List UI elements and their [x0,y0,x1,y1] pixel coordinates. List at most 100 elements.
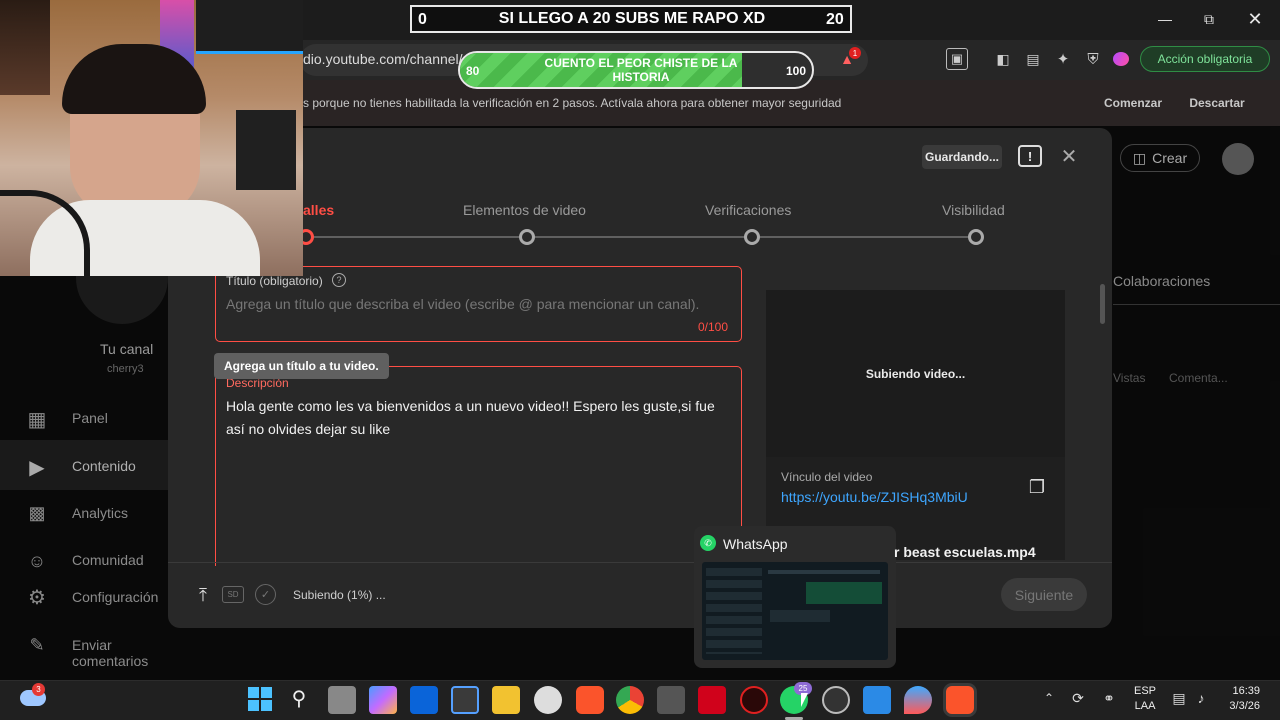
clock-app-icon[interactable] [534,686,562,714]
description-input[interactable]: Hola gente como les va bienvenidos a un … [226,395,726,441]
whatsapp-preview-title: WhatsApp [723,536,788,552]
outlook-icon[interactable] [410,686,438,714]
whatsapp-thumbnail [702,562,888,660]
chat-header-thumbnail [768,570,880,574]
chrome-icon[interactable] [616,686,644,714]
app-icon-8[interactable] [657,686,685,714]
title-input[interactable]: Agrega un título que describa el video (… [226,296,699,312]
goal-pill-text: CUENTO EL PEOR CHISTE DE LA HISTORIA [544,56,738,84]
search-icon[interactable]: ⚲ [286,685,312,711]
sync-icon[interactable]: ⟳ [1068,688,1088,708]
extension-badge: 1 [849,47,861,59]
restore-icon[interactable]: ⧉ [1192,4,1226,34]
step-video-elements[interactable]: Elementos de video [463,202,586,218]
views-column-header: Vistas [1113,371,1146,385]
title-label: Título (obligatorio) [226,274,323,288]
clock[interactable]: 16:39 3/3/26 [1224,684,1260,714]
sidebar-item-content[interactable]: Contenido [72,458,136,474]
create-label: Crear [1152,150,1188,166]
sidebar-nav: ▦ Panel ▶ Contenido ▩ Analytics ☺ Comuni… [0,394,168,670]
step-visibility[interactable]: Visibilidad [942,202,1005,218]
minimize-icon[interactable]: — [1148,4,1182,34]
network-icon[interactable]: ▤ [1170,688,1188,708]
upload-icon: ⤒ [199,584,207,605]
copilot-icon[interactable] [369,686,397,714]
notice-start-button[interactable]: Comenzar [1098,91,1168,115]
microphone-icon[interactable]: ⚭ [1100,688,1118,708]
sidebar-item-community[interactable]: Comunidad [72,552,144,568]
app-icon-10[interactable] [740,686,768,714]
channel-handle: cherry3 [107,363,144,375]
title-counter: 0/100 [698,320,729,334]
video-link[interactable]: https://youtu.be/ZJISHq3MbiU [781,489,968,505]
subs-left-value: 0 [418,11,427,28]
collaborations-tab[interactable]: Colaboraciones [1113,273,1210,289]
clock-time: 16:39 [1232,685,1260,697]
task-view-icon[interactable] [328,686,356,714]
comments-column-header: Comenta... [1169,371,1228,385]
volume-icon[interactable]: ♪ [1192,688,1210,708]
goal-left-value: 80 [466,64,480,78]
brave-active-icon[interactable] [946,686,974,714]
language-indicator[interactable]: ESP LAA [1134,684,1156,714]
step-dot-visibility [968,229,984,245]
video-link-label: Vínculo del video [781,470,873,484]
notice-dismiss-button[interactable]: Descartar [1180,91,1254,115]
store-icon[interactable] [451,686,479,714]
whatsapp-icon: ✆ [700,535,716,551]
webcam-overlay [0,0,303,276]
language-bottom: LAA [1134,700,1156,712]
amd-icon[interactable] [698,686,726,714]
title-tooltip: Agrega un título a tu video. [214,353,389,379]
channel-label: Tu canal [100,341,154,357]
subs-right-value: 20 [826,11,844,28]
sparkle-icon[interactable]: ✦ [1052,48,1074,70]
goal-pill: 80 CUENTO EL PEOR CHISTE DE LA HISTORIA … [458,51,814,89]
sidebar-item-panel[interactable]: Panel [72,410,108,426]
step-dot-video-elements [519,229,535,245]
next-button[interactable]: Siguiente [1001,578,1087,611]
gear-icon: ⚙ [28,586,46,609]
action-required-button[interactable]: Acción obligatoria [1140,46,1270,72]
obs-icon[interactable] [822,686,850,714]
notice-text: s porque no tienes habilitada la verific… [303,96,842,110]
screenshot-icon[interactable]: ▣ [946,48,968,70]
step-details[interactable]: alles [303,202,334,218]
sidebar-item-feedback[interactable]: Enviar comentarios [72,637,168,669]
file-explorer-icon[interactable] [492,686,520,714]
leo-ai-icon[interactable] [1113,52,1129,66]
chat-bubble-thumbnail-2 [770,610,830,622]
sidebar-toggle-icon[interactable]: ◧ [992,48,1014,70]
photos-icon[interactable] [863,686,891,714]
scrollbar-thumb[interactable] [1100,284,1105,324]
dashboard-icon: ▦ [27,408,47,431]
check-icon: ✓ [255,584,276,605]
shield-icon[interactable]: ⛨ [1082,48,1104,70]
step-checks[interactable]: Verificaciones [705,202,791,218]
start-icon[interactable] [245,684,275,714]
weather-badge: 3 [32,683,45,696]
video-filename: r beast escuelas.mp4 [894,544,1036,560]
language-top: ESP [1134,685,1157,697]
sidebar-item-analytics[interactable]: Analytics [72,505,128,521]
brave-icon[interactable] [576,686,604,714]
upload-status: Subiendo (1%) ... [293,588,386,602]
wall-object [0,0,50,95]
account-avatar[interactable] [1222,143,1254,175]
mouse-cursor [801,693,815,707]
create-button[interactable]: ◫ Crear [1120,144,1200,172]
community-icon: ☺ [27,550,47,571]
chat-list-thumbnail [706,568,762,654]
feedback-alert-icon[interactable]: ! [1018,145,1042,167]
chevron-up-icon[interactable]: ⌃ [1040,688,1058,708]
app-icon-14[interactable] [904,686,932,714]
help-icon[interactable]: ? [332,273,346,287]
stepper-track [303,236,976,238]
close-dialog-icon[interactable]: ✕ [1056,143,1082,169]
wallet-icon[interactable]: ▤ [1022,48,1044,70]
keyboard-instrument [236,110,296,190]
close-window-icon[interactable]: ✕ [1238,4,1272,34]
sidebar-item-settings[interactable]: Configuración [72,589,158,605]
tab-divider [1113,304,1280,305]
copy-icon[interactable]: ❐ [1026,476,1048,498]
